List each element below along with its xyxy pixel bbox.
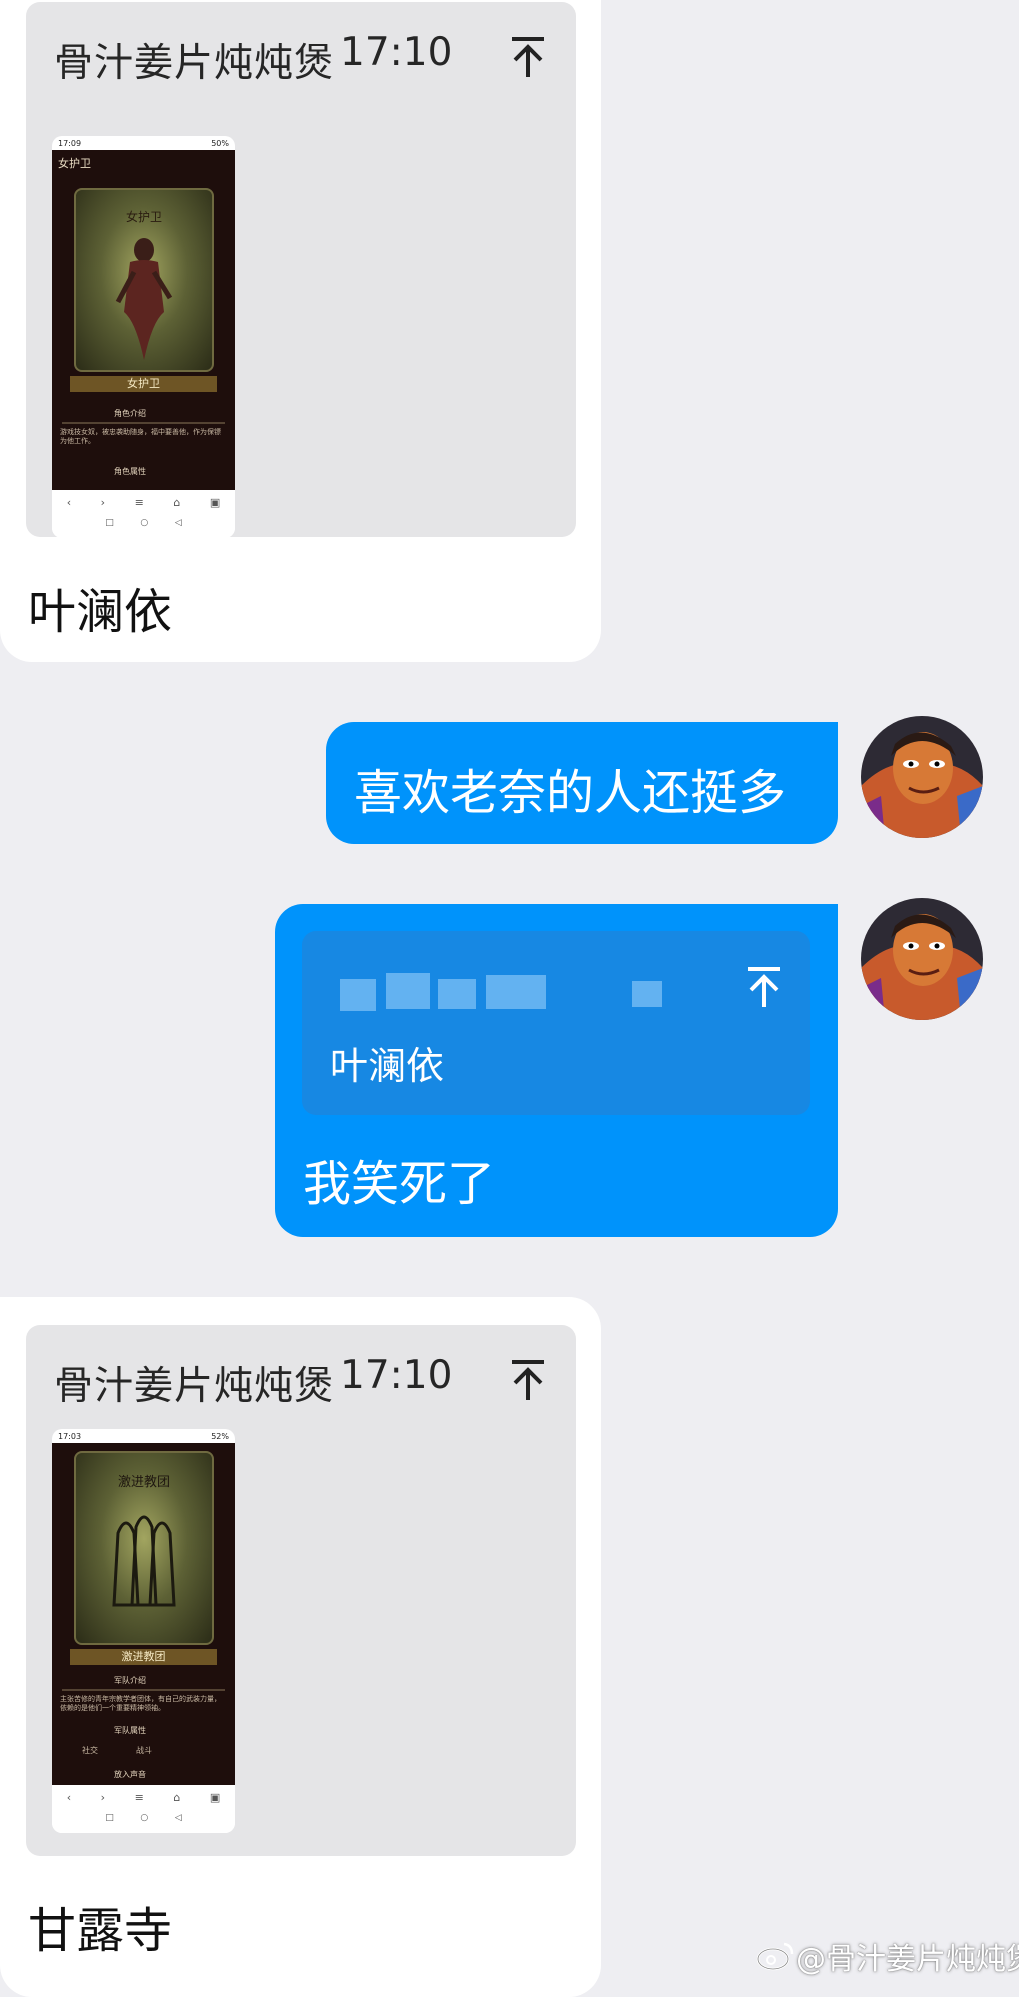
home-icon: ⌂ xyxy=(173,1791,181,1804)
pin-top-icon[interactable] xyxy=(508,35,548,79)
thumb-status-bar: 17:09 50% xyxy=(52,136,235,150)
pin-top-icon[interactable] xyxy=(508,1358,548,1402)
quote-time: 17:10 xyxy=(340,30,453,75)
home-icon: ⌂ xyxy=(173,496,181,509)
pin-top-icon[interactable] xyxy=(744,965,784,1009)
forward-icon: › xyxy=(100,496,106,509)
divider xyxy=(62,1689,225,1691)
thumb-status-time: 17:03 xyxy=(58,1431,82,1441)
recent-icon: □ xyxy=(105,518,114,528)
thumb-description: 主张苦修的青年宗教学者团体，有自己的武装力量，依赖的是他们一个重要精神领袖。 xyxy=(60,1695,221,1712)
thumb-section-1: 军队介绍 xyxy=(114,1676,146,1685)
thumb-screen: 女护卫 女护卫 女护卫 角色介绍 游戏技女奴，被忠袭助随身，福中要善他，作为保镖… xyxy=(52,150,235,492)
divider xyxy=(62,422,225,424)
back-triangle-icon: ◁ xyxy=(174,1813,182,1823)
character-figure xyxy=(115,238,173,360)
blurred-text xyxy=(340,979,376,1011)
thumb-card-title: 激进教团 xyxy=(117,1475,170,1490)
thumb-header: 女护卫 xyxy=(58,157,91,170)
incoming-message-2[interactable]: 骨汁姜片炖炖煲 17:10 17:03 52% 激进教团 激进教团 军队介绍 主… xyxy=(0,1297,601,1997)
home-circle-icon: ○ xyxy=(140,1813,149,1823)
quote-sender: 骨汁姜片炖炖煲 xyxy=(54,41,335,86)
quote-card[interactable]: 骨汁姜片炖炖煲 17:10 17:03 52% 激进教团 激进教团 军队介绍 主… xyxy=(26,1325,576,1856)
thumb-battery: 52% xyxy=(211,1431,229,1441)
quote-time: 17:10 xyxy=(340,1353,453,1398)
thumb-character-card: 女护卫 xyxy=(74,188,214,372)
thumb-screen: 激进教团 激进教团 军队介绍 主张苦修的青年宗教学者团体，有自己的武装力量，依赖… xyxy=(52,1443,235,1787)
avatar-image xyxy=(861,898,983,1020)
home-circle-icon: ○ xyxy=(140,518,149,528)
quote-card[interactable]: 叶澜依 xyxy=(302,931,810,1115)
message-text: 叶澜依 xyxy=(28,584,173,640)
watermark: @骨汁姜片炖炖煲 xyxy=(756,1934,1019,1978)
thumb-browser-bar: ‹ › ≡ ⌂ ▣ □ ○ ◁ xyxy=(52,1785,235,1833)
thumb-attr-combat: 战斗 xyxy=(136,1746,152,1755)
back-triangle-icon: ◁ xyxy=(174,518,182,528)
thumb-faction-card: 激进教团 xyxy=(74,1451,214,1645)
thumb-card-title: 女护卫 xyxy=(125,210,162,224)
blurred-text xyxy=(438,979,476,1009)
thumb-section-3: 放入声音 xyxy=(114,1770,146,1779)
quote-card[interactable]: 骨汁姜片炖炖煲 17:10 17:09 50% 女护卫 女护卫 女护卫 角色介绍… xyxy=(26,2,576,538)
quote-sender: 骨汁姜片炖炖煲 xyxy=(54,1364,335,1409)
blurred-text xyxy=(632,981,662,1007)
thumb-battery: 50% xyxy=(211,138,229,148)
thumb-section-2: 角色属性 xyxy=(114,467,146,476)
recent-icon: □ xyxy=(105,1813,114,1823)
outgoing-message-1[interactable]: 喜欢老奈的人还挺多 xyxy=(326,722,838,844)
watermark-text: @骨汁姜片炖炖煲 xyxy=(796,1942,1019,1977)
menu-icon: ≡ xyxy=(134,1791,144,1804)
blurred-text xyxy=(386,973,430,1009)
quote-text: 叶澜依 xyxy=(330,1044,445,1088)
blurred-text xyxy=(486,975,546,1009)
thumb-status-time: 17:09 xyxy=(58,138,82,148)
image-thumbnail[interactable]: 17:09 50% 女护卫 女护卫 女护卫 角色介绍 游戏技女奴，被忠袭助随身，… xyxy=(52,136,235,538)
avatar[interactable] xyxy=(861,898,983,1020)
thumb-section-2: 军队属性 xyxy=(114,1726,146,1735)
thumb-attr-social: 社交 xyxy=(82,1746,98,1755)
message-text: 甘露寺 xyxy=(28,1903,173,1959)
avatar-image xyxy=(861,716,983,838)
message-text: 喜欢老奈的人还挺多 xyxy=(354,765,787,821)
avatar[interactable] xyxy=(861,716,983,838)
incoming-message-1[interactable]: 骨汁姜片炖炖煲 17:10 17:09 50% 女护卫 女护卫 女护卫 角色介绍… xyxy=(0,0,601,662)
outgoing-message-2[interactable]: 叶澜依 我笑死了 xyxy=(275,904,838,1237)
tabs-icon: ▣ xyxy=(209,1791,221,1804)
thumb-banner: 女护卫 xyxy=(70,376,217,392)
image-thumbnail[interactable]: 17:03 52% 激进教团 激进教团 军队介绍 主张苦修的青年宗教学者团体，有… xyxy=(52,1429,235,1833)
thumb-status-bar: 17:03 52% xyxy=(52,1429,235,1443)
thumb-browser-bar: ‹ › ≡ ⌂ ▣ □ ○ ◁ xyxy=(52,490,235,538)
thumb-banner: 激进教团 xyxy=(70,1649,217,1665)
weibo-icon xyxy=(756,1942,794,1971)
tabs-icon: ▣ xyxy=(209,496,221,509)
menu-icon: ≡ xyxy=(134,496,144,509)
thumb-section-1: 角色介绍 xyxy=(114,409,146,418)
back-icon: ‹ xyxy=(66,1791,72,1804)
forward-icon: › xyxy=(100,1791,106,1804)
back-icon: ‹ xyxy=(66,496,72,509)
thumb-description: 游戏技女奴，被忠袭助随身，福中要善他，作为保镖为他工作。 xyxy=(60,428,221,445)
message-text: 我笑死了 xyxy=(303,1156,496,1212)
cultist-figures xyxy=(112,1515,176,1607)
